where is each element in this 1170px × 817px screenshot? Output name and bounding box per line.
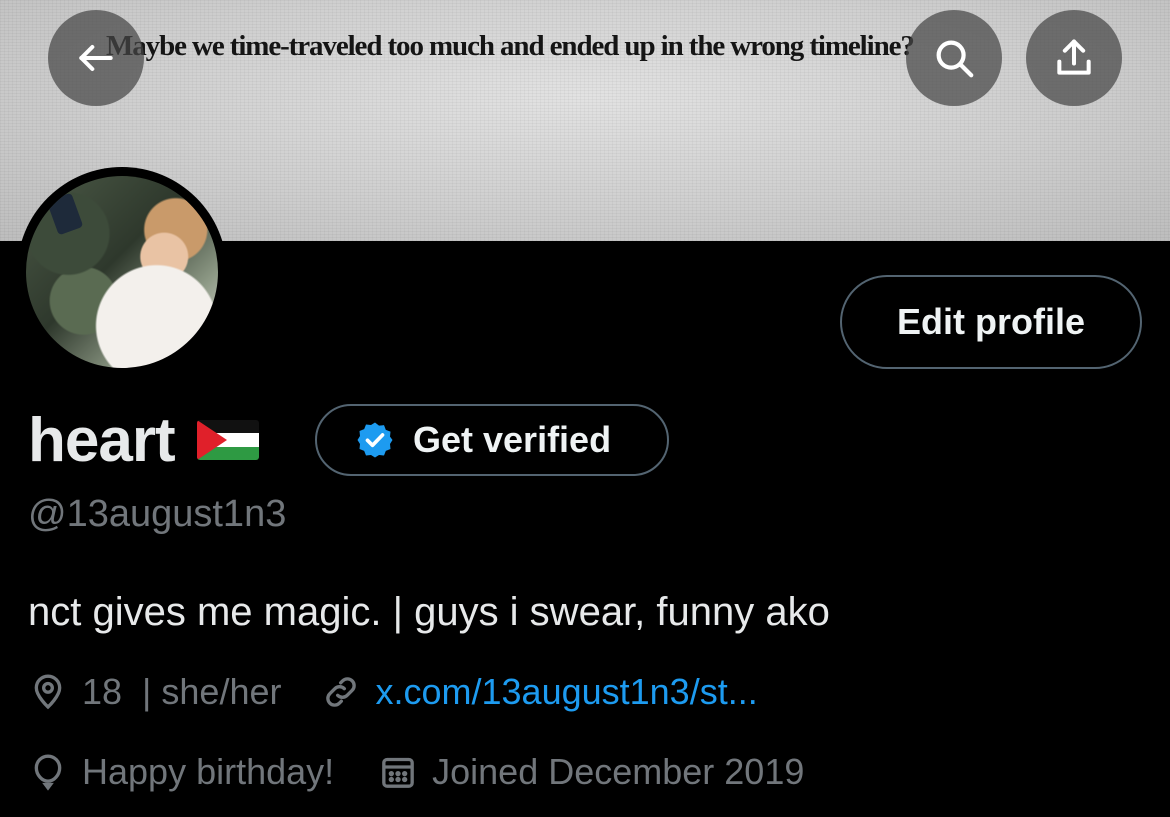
palestine-flag-icon	[196, 420, 259, 460]
avatar-photo-detail	[46, 192, 84, 236]
bio-text: nct gives me magic. | guys i swear, funn…	[28, 590, 830, 634]
profile-meta-row-2: Happy birthday! Joined December 2019	[28, 751, 804, 793]
calendar-icon	[382, 757, 414, 788]
link-icon	[326, 677, 357, 707]
back-button[interactable]	[48, 10, 144, 106]
share-button[interactable]	[1026, 10, 1122, 106]
back-arrow-icon	[79, 44, 113, 72]
search-icon	[936, 40, 974, 78]
profile-meta-row-1: 18 | she/her x.com/13august1n3/st...	[28, 671, 758, 713]
location-pin-icon	[34, 674, 62, 710]
user-handle: @13august1n3	[28, 493, 287, 535]
verified-badge-icon	[357, 422, 393, 458]
location-text: 18 | she/her	[82, 671, 282, 712]
avatar[interactable]	[26, 176, 218, 368]
get-verified-label: Get verified	[413, 419, 612, 460]
edit-profile-button[interactable]: Edit profile	[840, 275, 1142, 369]
birthday-text: Happy birthday!	[82, 751, 335, 792]
balloon-icon	[34, 754, 62, 791]
search-button[interactable]	[906, 10, 1002, 106]
display-name: heart	[28, 405, 176, 475]
website-link[interactable]: x.com/13august1n3/st...	[375, 671, 757, 713]
share-icon	[1057, 39, 1091, 75]
joined-date: Joined December 2019	[432, 751, 805, 792]
name-row: heart	[28, 400, 259, 480]
avatar-ring	[17, 167, 227, 377]
get-verified-button[interactable]: Get verified	[315, 404, 669, 476]
